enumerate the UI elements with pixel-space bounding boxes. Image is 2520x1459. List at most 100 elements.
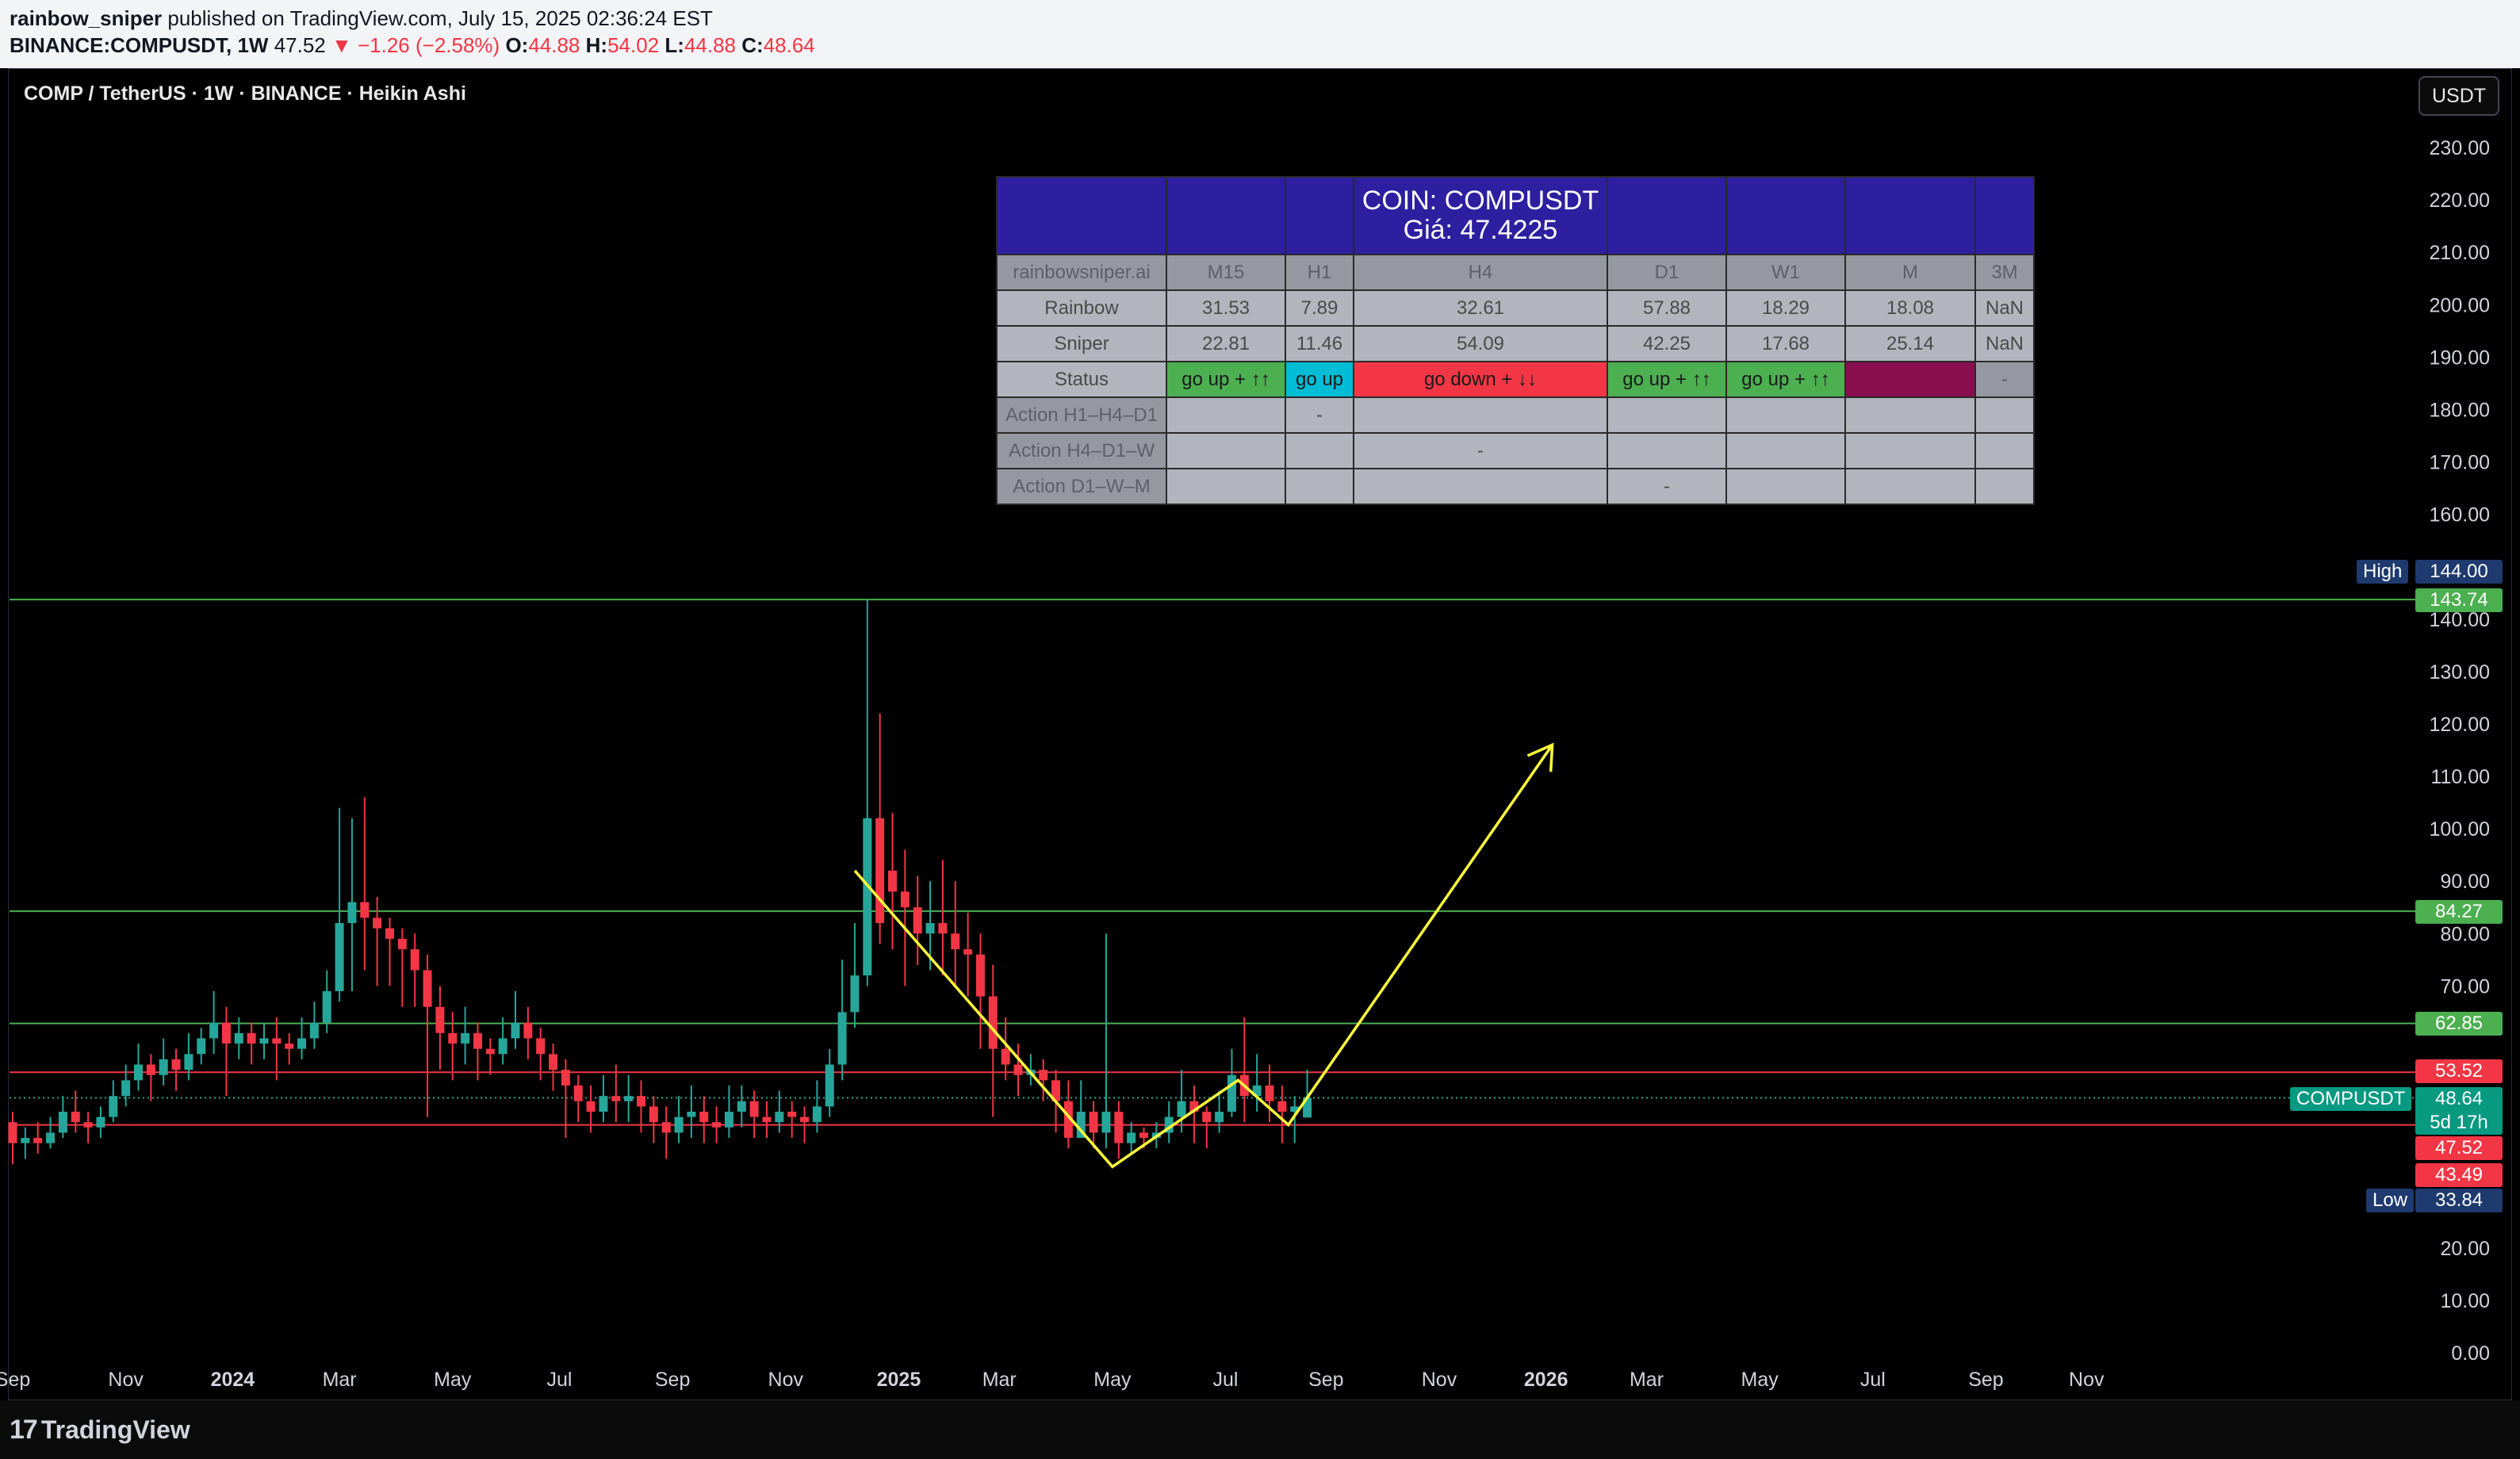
x-axis-tick-label: 2026 xyxy=(1524,1369,1568,1391)
candle-body xyxy=(221,1022,231,1044)
candle-body xyxy=(724,1112,733,1128)
status-cell: go up xyxy=(1285,361,1354,398)
candle-body xyxy=(762,1116,772,1123)
level-tag-red: 43.49 xyxy=(2415,1163,2503,1187)
candle-body xyxy=(687,1112,696,1117)
candle-body xyxy=(611,1096,621,1101)
table-cell: W1 xyxy=(1725,254,1846,291)
candle-body xyxy=(1202,1112,1212,1123)
table-row-rainbow: Rainbow 31.53 7.89 32.61 57.88 18.29 18.… xyxy=(996,289,2035,327)
candle-body xyxy=(549,1054,558,1070)
candle-body xyxy=(938,923,948,934)
candle-body xyxy=(1101,1112,1111,1133)
table-cell xyxy=(1166,396,1286,434)
candle-body xyxy=(800,1116,810,1123)
status-cell: - xyxy=(1974,361,2035,398)
currency-button[interactable]: USDT xyxy=(2419,76,2499,116)
candle-body xyxy=(247,1032,256,1044)
table-header-cell xyxy=(1974,176,2035,255)
candle-body xyxy=(498,1038,507,1055)
candle-body xyxy=(58,1112,67,1133)
tradingview-logo-icon: 17 xyxy=(10,1415,38,1445)
current-price-tag: 48.64 xyxy=(2415,1087,2503,1111)
table-row-label: Rainbow xyxy=(996,289,1167,327)
candle-body xyxy=(1013,1064,1023,1075)
table-cell xyxy=(1353,396,1608,434)
table-cell xyxy=(1353,468,1608,505)
table-cell xyxy=(1285,468,1354,505)
tradingview-logo-text: TradingView xyxy=(40,1415,190,1444)
candle-body xyxy=(1177,1101,1186,1117)
candle-body xyxy=(951,933,960,950)
table-cell: - xyxy=(1285,396,1354,434)
candle-body xyxy=(624,1096,634,1101)
table-cell: D1 xyxy=(1607,254,1727,291)
candle-body xyxy=(1215,1112,1224,1123)
candle-body xyxy=(850,975,860,1013)
y-axis-tick-label: 210.00 xyxy=(2430,242,2490,264)
candle-body xyxy=(837,1012,847,1065)
table-header-cell xyxy=(1725,176,1846,255)
x-axis-tick-label: 2025 xyxy=(877,1369,921,1391)
x-axis-tick-label: May xyxy=(1741,1369,1779,1391)
candle-body xyxy=(586,1101,596,1112)
candle-body xyxy=(925,923,935,934)
table-cell xyxy=(1725,432,1846,469)
candle-body xyxy=(71,1112,80,1123)
candle-body xyxy=(373,917,382,929)
footer-bar xyxy=(0,1400,2520,1459)
candle-body xyxy=(787,1112,797,1117)
table-cell: 3M xyxy=(1974,254,2035,291)
candle-body xyxy=(536,1038,546,1055)
candle-body xyxy=(913,907,922,934)
table-cell: M15 xyxy=(1166,254,1286,291)
candle-body xyxy=(159,1059,168,1075)
table-cell xyxy=(1166,432,1286,469)
candle-body xyxy=(96,1116,105,1128)
y-axis-tick-label: 100.00 xyxy=(2430,818,2490,841)
x-axis-tick-label: Mar xyxy=(323,1369,357,1391)
candle-body xyxy=(1127,1132,1136,1143)
candle-body xyxy=(385,928,394,939)
candle-body xyxy=(448,1032,458,1044)
status-cell: go up + ↑↑ xyxy=(1607,361,1727,398)
candle-body xyxy=(473,1032,482,1049)
candle-body xyxy=(410,949,419,971)
x-axis-tick-label: Nov xyxy=(108,1369,144,1391)
table-cell xyxy=(1725,396,1846,434)
high-tag-value: 144.00 xyxy=(2415,560,2503,584)
candle-body xyxy=(988,996,998,1049)
low-tag-value: 33.84 xyxy=(2415,1189,2503,1212)
table-price: Giá: 47.4225 xyxy=(1403,215,1558,245)
x-axis-tick-label: May xyxy=(1093,1369,1132,1391)
table-cell: M xyxy=(1844,254,1976,291)
candle-body xyxy=(272,1038,281,1044)
low-tag-label: Low xyxy=(2366,1189,2415,1212)
tradingview-logo[interactable]: 17 TradingView xyxy=(10,1415,190,1446)
y-axis-tick-label: 10.00 xyxy=(2440,1290,2490,1312)
table-row-label: Action D1–W–M xyxy=(996,468,1167,505)
candle-body xyxy=(511,1022,520,1039)
symbol-tag: COMPUSDT xyxy=(2290,1087,2412,1111)
candle-body xyxy=(234,1032,243,1044)
candle-body xyxy=(875,818,885,924)
table-cell xyxy=(1974,468,2035,505)
candle-body xyxy=(900,891,910,908)
table-cell: - xyxy=(1353,432,1608,469)
y-axis-tick-label: 80.00 xyxy=(2440,923,2490,945)
y-axis-tick-label: 230.00 xyxy=(2430,137,2490,159)
table-row-sniper: Sniper 22.81 11.46 54.09 42.25 17.68 25.… xyxy=(996,325,2035,362)
candle-body xyxy=(712,1122,722,1128)
y-axis-tick-label: 180.00 xyxy=(2430,399,2490,421)
candle-body xyxy=(335,923,344,991)
candle-body xyxy=(1001,1048,1010,1065)
candle-body xyxy=(975,954,985,997)
candle-body xyxy=(21,1138,30,1143)
table-row-label: Status xyxy=(996,361,1167,398)
level-tag-red: 53.52 xyxy=(2415,1059,2503,1083)
candle-body xyxy=(1277,1101,1287,1112)
table-coin-title: COIN: COMPUSDT xyxy=(1361,186,1599,216)
candle-body xyxy=(109,1096,118,1117)
table-cell xyxy=(1166,468,1286,505)
table-cell: 11.46 xyxy=(1285,325,1354,362)
